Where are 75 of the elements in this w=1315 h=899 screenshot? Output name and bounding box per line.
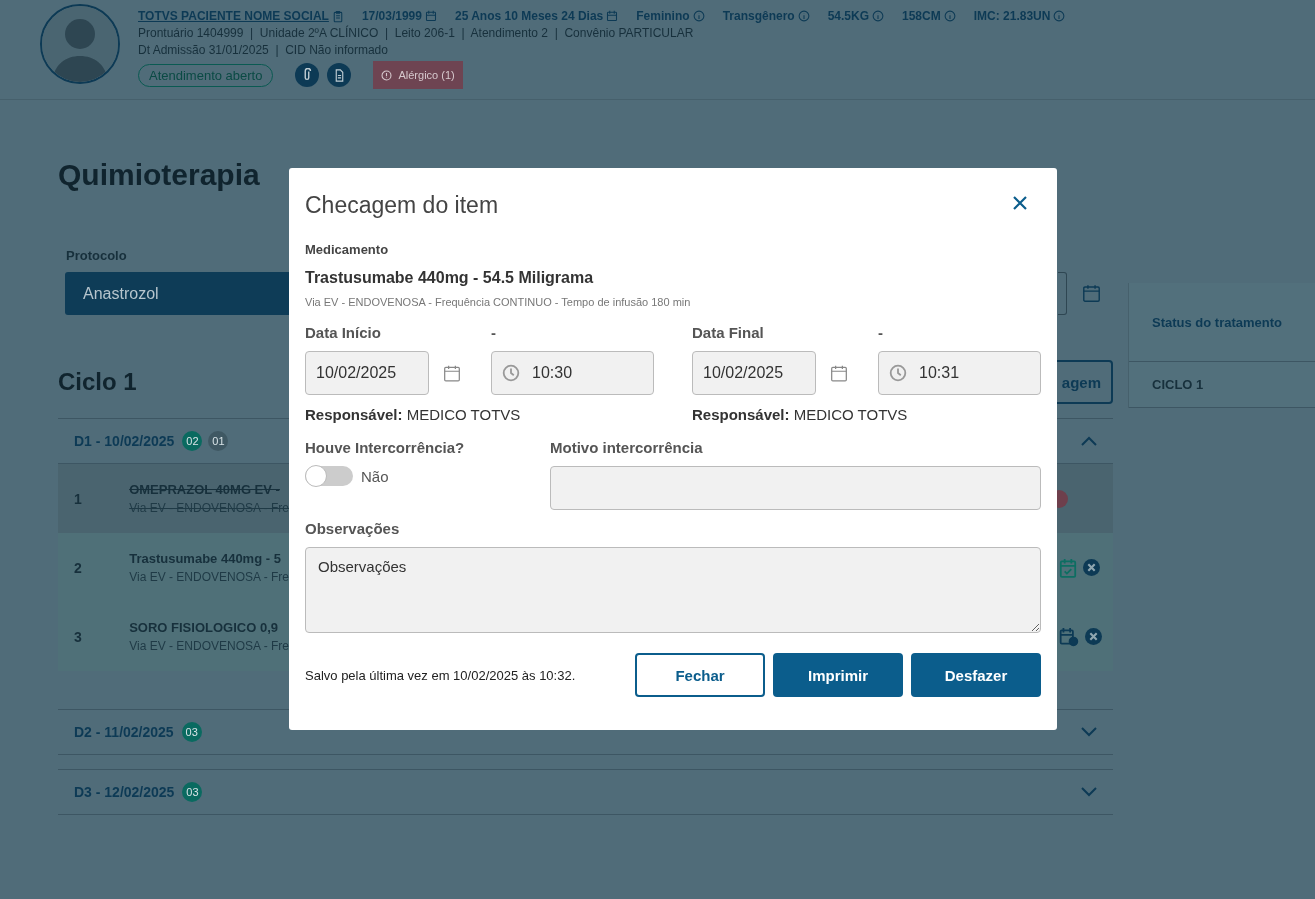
info-icon[interactable] <box>943 10 956 22</box>
medication-name: Trastusumabe 440mg - 54.5 Miligrama <box>305 269 595 287</box>
field-label: Motivo intercorrência <box>550 439 703 456</box>
calendar-gear-icon[interactable] <box>1059 626 1079 647</box>
field-label: Data Início <box>305 324 381 341</box>
medication-detail: Via EV - ENDOVENOSA - Frequência CONTINUO - Tempo de infusão 180 min <box>305 296 692 308</box>
field-label: Medicamento <box>305 242 389 257</box>
toggle-switch[interactable] <box>305 466 353 486</box>
attachment-button[interactable] <box>295 63 320 87</box>
cycle-list-item[interactable]: CICLO 1 <box>1129 362 1315 408</box>
action-button[interactable]: Desfazer <box>911 653 1041 697</box>
responsible-text: Responsável: MEDICO TOTVS <box>692 406 908 423</box>
clipboard-icon[interactable] <box>331 9 344 23</box>
info-icon[interactable] <box>872 10 884 22</box>
info-icon[interactable] <box>797 10 810 22</box>
action-button[interactable]: Imprimir <box>773 653 903 697</box>
clock-icon <box>502 364 520 382</box>
remove-icon[interactable] <box>1085 628 1102 645</box>
panel-title: Status do tratamento <box>1129 283 1315 362</box>
date-field[interactable] <box>1058 272 1067 315</box>
row-number: 3 <box>74 628 83 645</box>
calendar-icon[interactable] <box>443 363 461 383</box>
chevron-up-icon[interactable] <box>1081 436 1097 446</box>
patient-fact: 158CM <box>902 9 941 23</box>
count-badge: 03 <box>181 722 202 742</box>
patient-details-text: Prontuário 1404999 | Unidade 2ºA CLÍNICO | Leito 206-1 | Atendimento 2 | Convênio PARTICULAR <box>138 26 695 40</box>
close-icon <box>1013 195 1027 210</box>
clock-icon <box>889 364 907 382</box>
calendar-icon[interactable] <box>1082 284 1101 303</box>
protocol-select[interactable]: Anastrozol <box>65 272 289 315</box>
observations-field[interactable]: Observações <box>305 547 1041 633</box>
patient-details-text: Dt Admissão 31/01/2025 | CID Não informado <box>138 43 389 57</box>
document-button[interactable] <box>327 63 352 87</box>
info-icon[interactable] <box>1053 10 1066 22</box>
responsible-text: Responsável: MEDICO TOTVS <box>305 406 521 423</box>
chevron-down-icon[interactable] <box>1081 727 1097 737</box>
protocol-label: Protocolo <box>66 248 127 263</box>
medication-name: Trastusumabe 440mg - 5 <box>129 551 282 566</box>
close-button[interactable]: Fechar <box>635 653 765 697</box>
date-field[interactable]: 10/02/2025 <box>305 351 429 395</box>
toggle-state-label: Não <box>361 467 389 485</box>
patient-fact: IMC: 21.83UN <box>973 9 1051 23</box>
calendar-icon <box>424 10 437 22</box>
calendar-icon[interactable] <box>830 363 848 383</box>
cycle-title: Ciclo 1 <box>58 368 137 396</box>
time-field[interactable]: 10:31 <box>878 351 1041 395</box>
close-button[interactable] <box>1012 195 1028 212</box>
saved-status-text: Salvo pela última vez em 10/02/2025 às 10:32. <box>305 667 576 683</box>
field-label: Data Final <box>692 324 764 341</box>
count-badge: 03 <box>182 782 203 802</box>
time-field[interactable]: 10:30 <box>491 351 654 395</box>
medication-name: SORO FISIOLOGICO 0,9 <box>129 620 279 635</box>
calendar-check-icon[interactable] <box>1059 557 1077 578</box>
count-badge: 01 <box>208 431 229 451</box>
remove-icon[interactable] <box>1083 559 1100 576</box>
document-icon <box>333 68 345 82</box>
date-field[interactable]: 10/02/2025 <box>692 351 816 395</box>
row-number: 2 <box>74 559 83 576</box>
patient-fact: 54.5KG <box>827 9 869 23</box>
alert-icon <box>381 69 393 81</box>
field-label: - <box>878 324 883 341</box>
dialog-title: Checagem do item <box>305 192 499 219</box>
patient-fact: Feminino <box>636 9 690 23</box>
field-label: Houve Intercorrência? <box>305 439 465 456</box>
field-label: Observações <box>305 520 400 537</box>
info-icon[interactable] <box>692 10 705 22</box>
patient-fact: 17/03/1999 <box>361 9 422 23</box>
patient-fact: Transgênero <box>722 9 795 23</box>
patient-fact: 25 Anos 10 Meses 24 Dias <box>454 9 604 23</box>
chevron-down-icon[interactable] <box>1081 787 1097 797</box>
count-badge: 02 <box>182 431 203 451</box>
field-label: - <box>491 324 496 341</box>
page-title: Quimioterapia <box>58 158 260 193</box>
calendar-icon <box>606 10 619 22</box>
allergy-button[interactable]: Alérgico (1) <box>373 61 463 89</box>
